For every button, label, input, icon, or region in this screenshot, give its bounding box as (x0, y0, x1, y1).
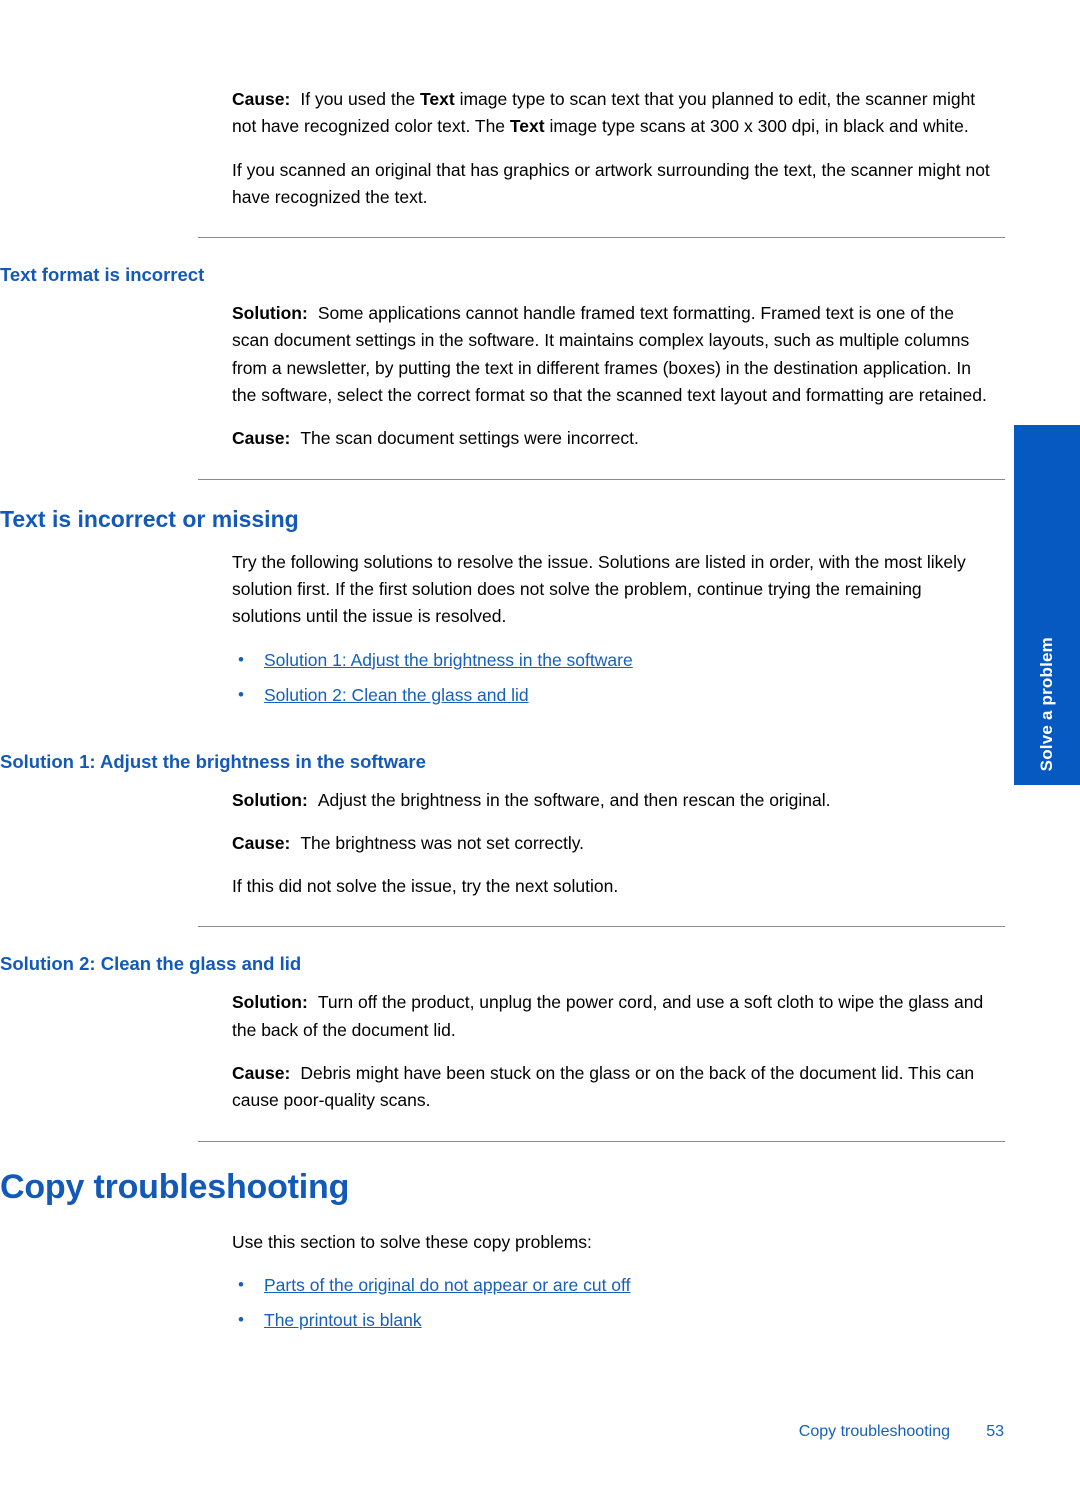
page-footer: Copy troubleshooting 53 (0, 1423, 1080, 1441)
solution-label: Solution: (232, 789, 308, 810)
heading-text-format-is-incorrect: Text format is incorrect (0, 264, 205, 286)
intro-cause-block: Cause: If you used the Text image type to… (232, 86, 992, 211)
text-incorrect-link-list: • Solution 1: Adjust the brightness in t… (232, 647, 992, 709)
copy-troubleshooting-intro: Use this section to solve these copy pro… (232, 1231, 592, 1252)
list-item: • Solution 1: Adjust the brightness in t… (232, 647, 992, 674)
copy-troubleshooting-section: Copy troubleshooting Use this section to… (0, 1168, 1010, 1334)
heading-solution-1: Solution 1: Adjust the brightness in the… (0, 750, 426, 772)
solution-1-cause-paragraph: Cause: The brightness was not set correct… (232, 830, 992, 857)
cause-label: Cause: (232, 89, 291, 109)
side-tab-label: Solve a problem (1037, 636, 1056, 771)
intro-paragraph-2: If you scanned an original that has grap… (232, 159, 990, 207)
list-item: • Solution 2: Clean the glass and lid (232, 682, 992, 709)
page-content: Cause: If you used the Text image type to… (0, 0, 1010, 1342)
bullet-icon: • (238, 1309, 244, 1329)
solution-2-cause-paragraph: Cause: Debris might have been stuck on th… (232, 1060, 992, 1115)
solution-1-solution-text: Adjust the brightness in the software, a… (317, 789, 831, 810)
text-incorrect-section: Text is incorrect or missing Try the fol… (0, 506, 1010, 709)
section-divider-3 (198, 926, 1005, 928)
cause-label: Cause: (232, 1063, 291, 1084)
solution-2-section: Solution 2: Clean the glass and lid Solu… (0, 953, 1010, 1114)
cause-label: Cause: (232, 428, 291, 449)
side-tab-solve-a-problem: Solve a problem (1014, 425, 1080, 785)
text-format-solution-paragraph: Solution: Some applications cannot handle… (232, 300, 992, 409)
link-parts-of-original-cut-off[interactable]: Parts of the original do not appear or a… (264, 1275, 630, 1295)
section-divider-4 (198, 1140, 1005, 1142)
cause-label: Cause: (232, 832, 291, 853)
solution-2-cause-text: Debris might have been stuck on the glas… (232, 1063, 975, 1111)
solution-2-solution-text: Turn off the product, unplug the power c… (232, 992, 984, 1040)
solution-label: Solution: (232, 303, 308, 324)
solution-label: Solution: (232, 992, 308, 1013)
bullet-icon: • (238, 684, 244, 704)
page-number: 53 (986, 1423, 1004, 1440)
text-format-solution-text: Some applications cannot handle framed t… (232, 303, 987, 406)
intro-cause-text-3: image type scans at 300 x 300 dpi, in bl… (544, 116, 969, 137)
text-incorrect-intro: Try the following solutions to resolve t… (232, 551, 966, 627)
text-format-cause-text: The scan document settings were incorrec… (300, 428, 639, 449)
bullet-icon: • (238, 1274, 244, 1294)
heading-text-is-incorrect-or-missing: Text is incorrect or missing (0, 505, 299, 532)
copy-troubleshooting-link-list: • Parts of the original do not appear or… (232, 1272, 992, 1334)
text-format-cause-paragraph: Cause: The scan document settings were in… (232, 425, 992, 452)
link-printout-is-blank[interactable]: The printout is blank (264, 1310, 422, 1330)
heading-solution-2: Solution 2: Clean the glass and lid (0, 953, 302, 975)
text-format-section: Text format is incorrect Solution: Some a… (0, 264, 1010, 452)
solution-1-solution-paragraph: Solution: Adjust the brightness in the so… (232, 787, 992, 814)
link-solution-2-clean-glass-and-lid[interactable]: Solution 2: Clean the glass and lid (264, 685, 529, 705)
bullet-icon: • (238, 649, 244, 669)
section-divider-2 (198, 478, 1005, 480)
list-item: • The printout is blank (232, 1307, 992, 1334)
footer-section-title: Copy troubleshooting (798, 1423, 950, 1440)
solution-1-note: If this did not solve the issue, try the… (232, 876, 619, 897)
intro-cause-bold-2: Text (509, 116, 545, 137)
solution-1-cause-text: The brightness was not set correctly. (300, 832, 585, 853)
heading-copy-troubleshooting: Copy troubleshooting (0, 1167, 350, 1206)
list-item: • Parts of the original do not appear or… (232, 1272, 992, 1299)
document-page: Solve a problem Cause: If you used the Te… (0, 0, 1080, 1495)
intro-cause-text-1: If you used the (300, 89, 421, 109)
section-divider-1 (198, 237, 1005, 239)
solution-2-solution-paragraph: Solution: Turn off the product, unplug th… (232, 989, 992, 1044)
intro-cause-bold-1: Text (420, 89, 455, 109)
intro-cause-paragraph: Cause: If you used the Text image type to… (232, 86, 992, 141)
solution-1-section: Solution 1: Adjust the brightness in the… (0, 751, 1010, 901)
link-solution-1-adjust-brightness[interactable]: Solution 1: Adjust the brightness in the… (264, 650, 633, 670)
